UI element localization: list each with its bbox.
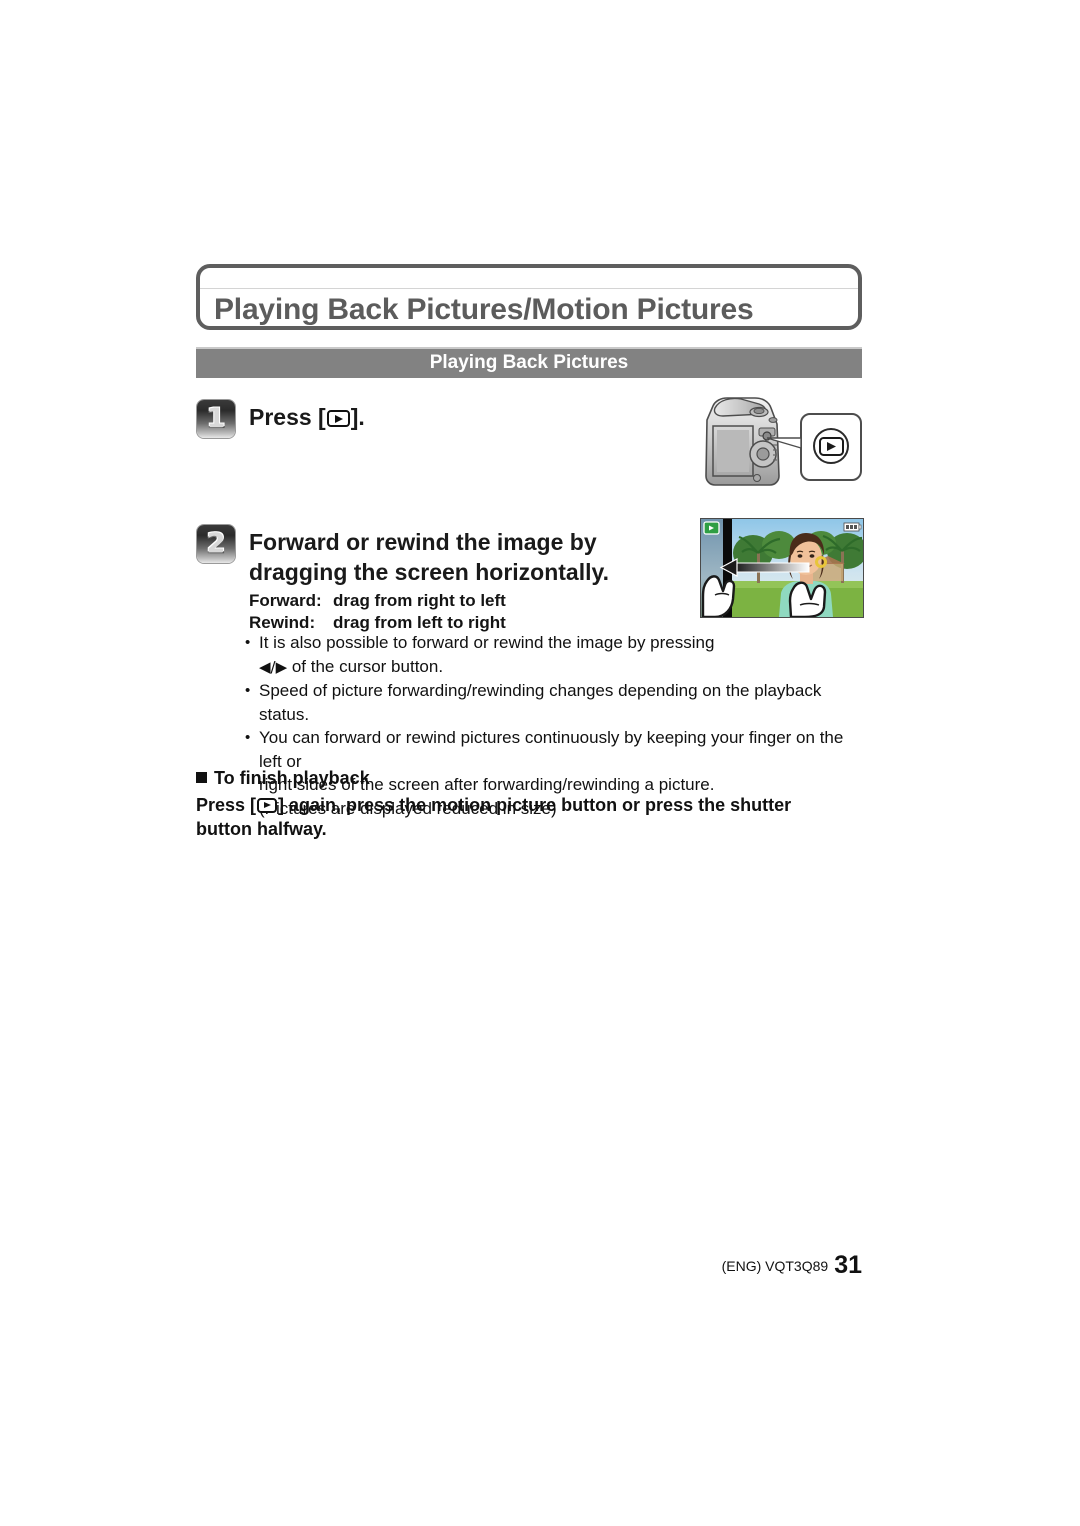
hand-drag-gesture-2 (788, 581, 827, 617)
step-number-2: 2 (206, 528, 226, 559)
drag-direction-table: Forward: drag from right to left Rewind: d… (249, 590, 506, 634)
camera-rear-view-illustration (697, 392, 865, 502)
step-2-heading-line2: screen horizontally. (394, 559, 609, 585)
list-item: It is also possible to forward or rewind… (244, 631, 864, 679)
bullet-3-line1: You can forward or rewind pictures conti… (259, 728, 844, 771)
page-footer: (ENG) VQT3Q89 31 (196, 1251, 862, 1280)
step-1-heading: Press []. (249, 402, 365, 432)
playback-screen-drag-photo (700, 518, 864, 618)
finish-body-part1: Press [ (196, 795, 257, 815)
section-header-band: Playing Back Pictures (196, 347, 862, 378)
step-number-badge-2: 2 (197, 525, 235, 563)
finish-playback-heading: To finish playback (196, 768, 370, 789)
bullet-1-line1: It is also possible to forward or rewind… (259, 633, 715, 652)
footer-document-code: (ENG) VQT3Q89 (721, 1258, 829, 1274)
playback-icon (326, 410, 350, 427)
list-item: Speed of picture forwarding/rewinding ch… (244, 679, 864, 726)
finish-playback-heading-text: To finish playback (214, 768, 370, 788)
drag-direction-row-forward: Forward: drag from right to left (249, 590, 506, 612)
square-bullet-icon (196, 772, 207, 783)
bullet-1-line2: ◀/▶ of the cursor button. (259, 655, 864, 680)
playback-mode-badge (703, 521, 720, 535)
notes-bullet-list: It is also possible to forward or rewind… (244, 631, 864, 820)
bullet-2-line1: Speed of picture forwarding/rewinding ch… (259, 681, 822, 724)
manual-page: Playing Back Pictures/Motion Pictures Pl… (0, 0, 1080, 1526)
cursor-arrows-icon: ◀/▶ (259, 657, 288, 676)
forward-value: drag from right to left (333, 591, 506, 610)
playback-icon (257, 798, 278, 813)
finish-playback-body: Press [] again, press the motion picture… (196, 793, 836, 841)
page-title: Playing Back Pictures/Motion Pictures (214, 293, 754, 326)
step-number-badge-1: 1 (197, 400, 235, 438)
step-2-heading: Forward or rewind the image by dragging … (249, 527, 679, 587)
step-1-text-prefix: Press [ (249, 404, 326, 430)
hand-drag-gesture (701, 575, 736, 617)
forward-label: Forward: (249, 591, 322, 610)
step-1-text-suffix: ]. (350, 404, 365, 430)
battery-indicator (843, 522, 862, 532)
bullet-1-line2-rest: of the cursor button. (287, 656, 444, 676)
footer-page-number: 31 (834, 1251, 862, 1279)
finish-body-part2: ] again, press the motion picture button… (196, 795, 792, 839)
page-title-box: Playing Back Pictures/Motion Pictures (196, 264, 862, 330)
step-number-1: 1 (206, 403, 226, 434)
section-header-label: Playing Back Pictures (429, 352, 629, 373)
